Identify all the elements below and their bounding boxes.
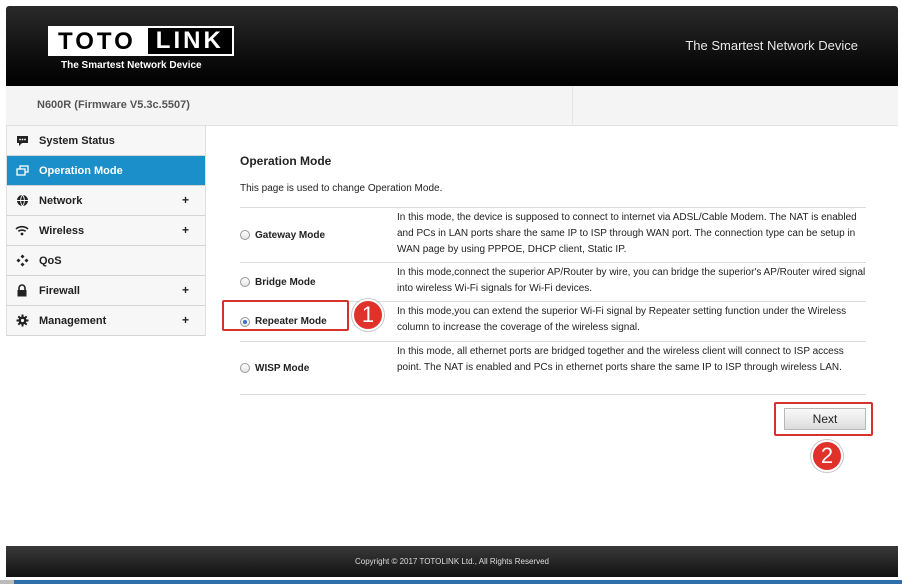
qos-icon [15,254,29,268]
sidebar-item-label: Firewall [39,284,80,297]
sidebar-item-label: Operation Mode [39,164,123,177]
sidebar: System Status Operation Mode Network + W… [6,126,206,336]
mode-label: Bridge Mode [255,276,316,288]
mode-description: In this mode,you can extend the superior… [397,306,847,333]
mode-label: Gateway Mode [255,229,326,241]
expand-plus-icon[interactable]: + [182,193,189,207]
logo-link-text: LINK [145,26,234,56]
main-content: Operation Mode This page is used to chan… [222,150,866,395]
header: TOTO LINK The Smartest Network Device Th… [6,6,898,86]
next-button[interactable]: Next [784,408,866,430]
globe-icon [15,194,29,208]
sidebar-item-label: System Status [39,134,115,147]
wifi-icon [15,224,29,238]
radio-wisp-mode[interactable] [240,363,250,373]
footer: Copyright © 2017 TOTOLINK Ltd., All Righ… [6,546,898,577]
mode-label: WISP Mode [255,362,310,374]
sidebar-item-label: Wireless [39,224,85,237]
sidebar-item-wireless[interactable]: Wireless + [6,216,206,246]
mode-description: In this mode, all ethernet ports are bri… [397,346,844,373]
step-badge-1: 1 [352,299,384,331]
gear-icon [15,314,29,328]
radio-gateway-mode[interactable] [240,230,250,240]
mode-row-repeater: Repeater Mode In this mode,you can exten… [222,300,866,342]
sidebar-item-firewall[interactable]: Firewall + [6,276,206,306]
page: TOTO LINK The Smartest Network Device Th… [0,0,902,584]
sidebar-item-label: Network [39,194,83,207]
expand-plus-icon[interactable]: + [182,283,189,297]
next-highlight-box: Next [774,402,873,436]
highlight-box-repeater [222,300,349,331]
firmware-version: N600R (Firmware V5.3c.5507) [37,99,190,111]
lock-icon [15,284,29,298]
sidebar-item-system-status[interactable]: System Status [6,126,206,156]
sidebar-item-operation-mode[interactable]: Operation Mode [6,156,206,186]
mode-row-gateway: Gateway Mode In this mode, the device is… [240,208,866,263]
firmware-bar: N600R (Firmware V5.3c.5507) [6,86,898,126]
sidebar-item-label: Management [39,314,107,327]
mode-option-wisp[interactable]: WISP Mode [240,342,397,394]
sidebar-item-label: QoS [39,254,62,267]
mode-row-bridge: Bridge Mode In this mode,connect the sup… [240,263,866,302]
mode-table: Gateway Mode In this mode, the device is… [222,207,866,395]
mode-description: In this mode,connect the superior AP/Rou… [397,267,866,294]
page-title: Operation Mode [240,154,332,168]
mode-option-gateway[interactable]: Gateway Mode [240,208,397,262]
expand-plus-icon[interactable]: + [182,223,189,237]
header-slogan: The Smartest Network Device [685,38,858,53]
mode-description: In this mode, the device is supposed to … [397,212,857,255]
radio-repeater-mode[interactable] [240,316,250,327]
firmware-bar-divider [572,86,573,126]
chat-bubble-icon [15,134,29,148]
windows-icon [15,164,29,178]
radio-bridge-mode[interactable] [240,277,250,287]
logo-tagline: The Smartest Network Device [61,60,202,71]
totolink-logo: TOTO LINK The Smartest Network Device [48,26,234,71]
mode-option-bridge[interactable]: Bridge Mode [240,263,397,301]
page-description: This page is used to change Operation Mo… [240,183,443,194]
step-badge-2: 2 [811,440,843,472]
sidebar-item-qos[interactable]: QoS [6,246,206,276]
mode-row-wisp: WISP Mode In this mode, all ethernet por… [240,342,866,395]
sidebar-item-management[interactable]: Management + [6,306,206,336]
sidebar-item-network[interactable]: Network + [6,186,206,216]
bottom-bar [0,580,902,584]
logo-toto-text: TOTO [48,26,146,56]
expand-plus-icon[interactable]: + [182,313,189,327]
